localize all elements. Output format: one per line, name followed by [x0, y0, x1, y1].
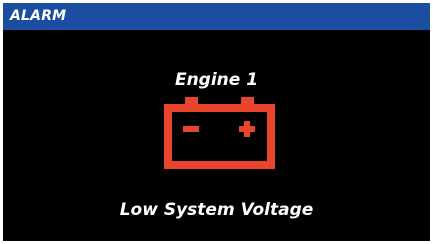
alarm-source-label: Engine 1 [174, 70, 259, 90]
battery-icon [164, 97, 275, 169]
alarm-message: Low System Voltage [119, 200, 314, 220]
alarm-header-title: ALARM [10, 8, 67, 24]
alarm-header-bar: ALARM [3, 3, 430, 30]
alarm-screen: ALARM Engine 1 Low System Voltage [3, 3, 430, 241]
